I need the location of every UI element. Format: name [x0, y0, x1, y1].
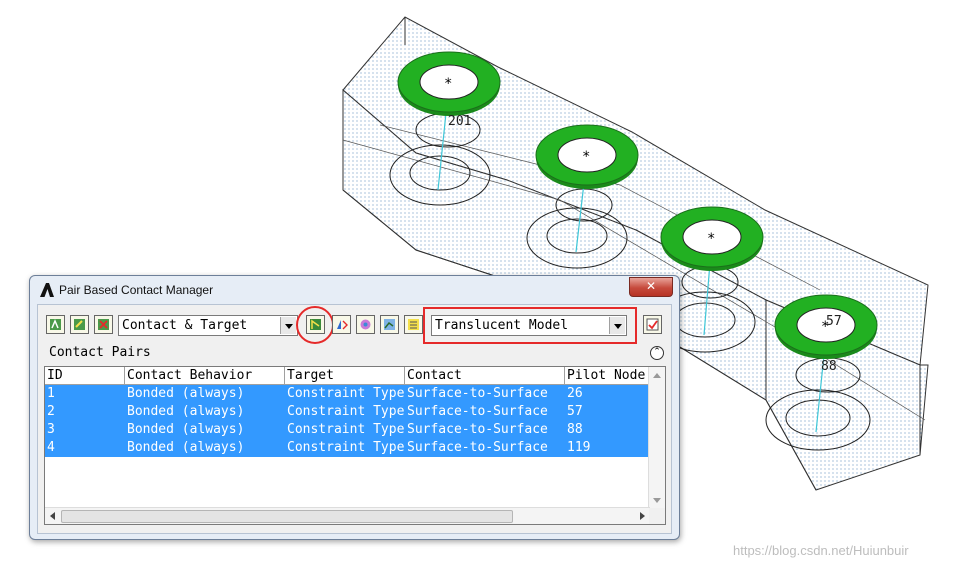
toolbar-button-5[interactable] [332, 315, 351, 334]
watermark: https://blog.csdn.net/Huiunbuir [733, 543, 909, 558]
model-label-57: 57 [826, 314, 842, 329]
delete-contact-icon [98, 319, 109, 330]
display-mode-select[interactable]: Translucent Model [431, 315, 627, 336]
horizontal-scrollbar[interactable] [45, 507, 650, 524]
chevron-down-icon[interactable] [609, 317, 625, 334]
cell-contact-behavior: Bonded (always) [127, 422, 245, 437]
header-contact[interactable]: Contact [405, 367, 565, 384]
header-pilot-node[interactable]: Pilot Node [565, 367, 650, 384]
cell-id: 2 [47, 404, 55, 419]
toolbar-button-8[interactable] [404, 315, 423, 334]
title-bar[interactable]: Pair Based Contact Manager ✕ [30, 276, 679, 304]
cell-contact: Surface-to-Surface [407, 404, 548, 419]
table-row[interactable]: 3 Bonded (always) Constraint Type Surfac… [45, 421, 650, 439]
close-button[interactable]: ✕ [629, 277, 673, 297]
cell-pilot-node: 119 [567, 440, 591, 455]
cell-contact-behavior: Bonded (always) [127, 440, 245, 455]
cell-contact: Surface-to-Surface [407, 422, 548, 437]
plot-icon [384, 319, 395, 330]
cell-target: Constraint Type [287, 386, 405, 401]
chevron-down-icon[interactable] [280, 317, 296, 334]
contact-pairs-table[interactable]: ID Contact Behavior Target Contact Pilot… [44, 366, 666, 525]
scroll-right-icon[interactable] [640, 512, 645, 520]
table-row[interactable]: 2 Bonded (always) Constraint Type Surfac… [45, 403, 650, 421]
toolbar-button-6[interactable] [356, 315, 375, 334]
check-contact-icon [360, 319, 371, 330]
header-contact-behavior[interactable]: Contact Behavior [125, 367, 285, 384]
cell-contact: Surface-to-Surface [407, 386, 548, 401]
scroll-corner [649, 508, 665, 524]
svg-text:*: * [582, 149, 590, 165]
list-icon [408, 319, 419, 330]
cell-id: 4 [47, 440, 55, 455]
highlight-circle [296, 306, 334, 344]
contact-manager-window[interactable]: Pair Based Contact Manager ✕ Contact & T… [29, 275, 680, 540]
cell-target: Constraint Type [287, 404, 405, 419]
scroll-down-icon[interactable] [653, 498, 661, 503]
contact-wizard-icon [50, 319, 61, 330]
cell-id: 3 [47, 422, 55, 437]
cell-contact-behavior: Bonded (always) [127, 404, 245, 419]
cell-target: Constraint Type [287, 422, 405, 437]
svg-text:*: * [444, 76, 452, 92]
table-row[interactable]: 4 Bonded (always) Constraint Type Surfac… [45, 439, 650, 457]
table-row[interactable]: 1 Bonded (always) Constraint Type Surfac… [45, 385, 650, 403]
cell-contact-behavior: Bonded (always) [127, 386, 245, 401]
collapse-button[interactable]: ⌃ [650, 346, 664, 360]
flip-icon [337, 320, 348, 330]
toolbar-button-1[interactable] [46, 315, 65, 334]
check-icon [646, 318, 659, 331]
toolbar-button-3[interactable] [94, 315, 113, 334]
view-select-value: Contact & Target [122, 318, 248, 333]
cell-target: Constraint Type [287, 440, 405, 455]
vertical-scrollbar[interactable] [648, 367, 665, 508]
cell-pilot-node: 26 [567, 386, 583, 401]
edit-contact-icon [74, 319, 85, 330]
header-target[interactable]: Target [285, 367, 405, 384]
toolbar-button-7[interactable] [380, 315, 399, 334]
toolbar-button-9[interactable] [643, 315, 662, 334]
svg-text:*: * [707, 231, 715, 247]
cell-pilot-node: 88 [567, 422, 583, 437]
model-label-88: 88 [821, 359, 837, 374]
display-mode-value: Translucent Model [435, 318, 569, 333]
toolbar-button-2[interactable] [70, 315, 89, 334]
cell-pilot-node: 57 [567, 404, 583, 419]
table-header: ID Contact Behavior Target Contact Pilot… [45, 367, 650, 385]
cell-id: 1 [47, 386, 55, 401]
window-title: Pair Based Contact Manager [59, 283, 214, 297]
section-title: Contact Pairs [49, 345, 151, 360]
scroll-up-icon[interactable] [653, 373, 661, 378]
cell-contact: Surface-to-Surface [407, 440, 548, 455]
header-id[interactable]: ID [45, 367, 125, 384]
model-label-201: 201 [448, 114, 471, 129]
scroll-thumb[interactable] [61, 510, 513, 523]
ansys-logo-icon [40, 283, 54, 297]
dialog-content: Contact & Target Translucent Model Conta… [37, 304, 672, 534]
view-select[interactable]: Contact & Target [118, 315, 298, 336]
scroll-left-icon[interactable] [50, 512, 55, 520]
